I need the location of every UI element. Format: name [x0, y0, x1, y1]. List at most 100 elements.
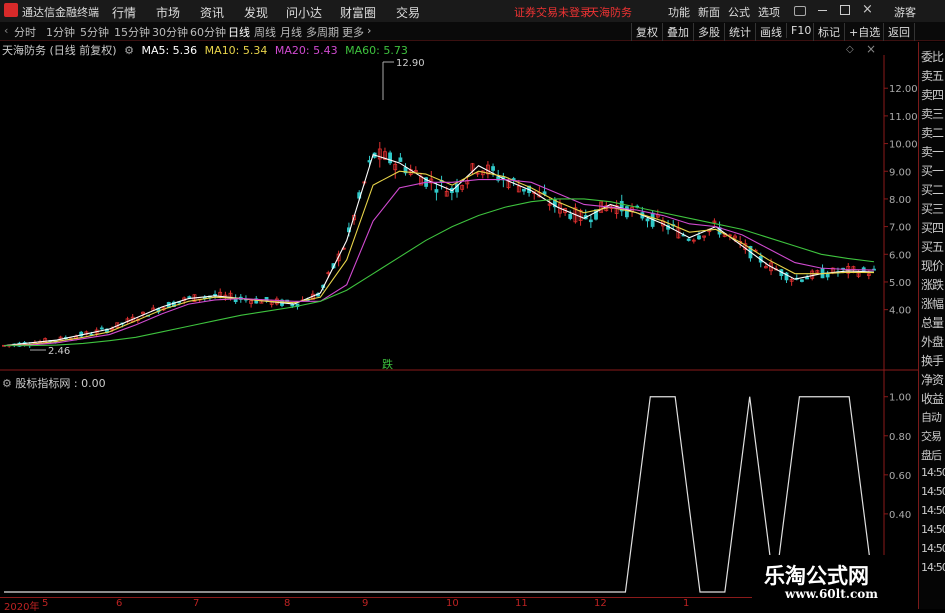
close-icon[interactable]: × [862, 2, 873, 17]
side-panel-label: 14:50 [921, 561, 945, 574]
low-label: 2.46 [48, 346, 70, 357]
y-tick-label: 8.00 [889, 195, 911, 206]
x-tick: 9 [362, 598, 369, 609]
candle-body [388, 152, 392, 164]
period-5min[interactable]: 5分钟 [80, 24, 109, 40]
y-tick-label: 11.00 [889, 112, 918, 123]
y-tick-label: 12.00 [889, 84, 918, 95]
back-button[interactable]: 返回 [883, 23, 915, 41]
side-panel-label: 14:50 [921, 542, 945, 555]
x-tick: 6 [116, 598, 123, 609]
candle-body [825, 273, 830, 278]
candle-body [805, 277, 809, 280]
y-tick-label: 10.00 [889, 140, 918, 151]
add-watchlist-button[interactable]: +自选 [844, 23, 884, 41]
side-panel-label: 买三 [921, 202, 944, 216]
candle-body [264, 296, 269, 302]
stats-button[interactable]: 统计 [724, 23, 755, 41]
candle-body [588, 219, 593, 223]
side-panel-label: 14:50 [921, 485, 945, 498]
candle-body [187, 296, 192, 299]
period-more[interactable]: 更多 [342, 24, 364, 40]
menu-news[interactable]: 资讯 [200, 4, 224, 21]
side-panel-label: 交易 [921, 430, 942, 443]
draw-line-button[interactable]: 画线 [755, 23, 786, 41]
side-panel-label: 卖一 [921, 145, 944, 159]
period-intraday[interactable]: 分时 [14, 24, 36, 40]
ind-y-tick-label: 0.60 [889, 471, 911, 482]
guest-label[interactable]: 游客 [894, 4, 916, 20]
period-15min[interactable]: 15分钟 [114, 24, 150, 40]
multi-stock-button[interactable]: 多股 [693, 23, 724, 41]
period-weekly[interactable]: 周线 [254, 24, 276, 40]
side-panel-label: 买四 [921, 221, 944, 235]
envelope-icon[interactable] [794, 6, 806, 16]
ind-y-tick-label: 1.00 [889, 393, 911, 404]
minimize-icon[interactable] [818, 10, 827, 11]
side-panel-label: 卖二 [921, 126, 944, 140]
formula-button[interactable]: 公式 [728, 4, 750, 20]
candle-body [645, 218, 650, 222]
indicator-gear-icon[interactable]: ⚙ [2, 377, 12, 390]
side-panel-label: 自动 [921, 411, 942, 424]
f10-button[interactable]: F10 [786, 23, 815, 38]
menu-market[interactable]: 市场 [156, 4, 180, 21]
period-1min[interactable]: 1分钟 [46, 24, 75, 40]
indicator-legend: ⚙ 股标指标网 : 0.00 [2, 375, 106, 391]
maximize-icon[interactable] [840, 5, 850, 15]
function-button[interactable]: 功能 [668, 4, 690, 20]
app-name: 通达信金融终端 [22, 6, 99, 19]
watermark-title: 乐淘公式网 [764, 564, 869, 588]
period-30min[interactable]: 30分钟 [152, 24, 188, 40]
login-warning[interactable]: 证券交易未登录 [514, 4, 591, 20]
candle-body [99, 327, 104, 330]
side-panel-label: 总量 [921, 316, 944, 330]
period-60min[interactable]: 60分钟 [190, 24, 226, 40]
candle-body [398, 157, 403, 162]
adjust-button[interactable]: 复权 [631, 23, 662, 41]
options-button[interactable]: 选项 [758, 4, 780, 20]
side-panel-label: 卖三 [921, 107, 944, 121]
period-monthly[interactable]: 月线 [280, 24, 302, 40]
side-panel-label: 涨幅 [921, 297, 944, 311]
menu-trade[interactable]: 交易 [396, 4, 420, 21]
side-panel-label: 收益 [921, 392, 944, 406]
y-tick-label: 7.00 [889, 223, 911, 234]
y-tick-label: 5.00 [889, 278, 911, 289]
side-panel-label: 外盘 [921, 335, 944, 349]
kline-chart[interactable]: 4.005.006.007.008.009.0010.0011.0012.00 … [0, 40, 918, 597]
x-tick: 7 [193, 598, 200, 609]
menu-wealth[interactable]: 财富圈 [340, 4, 376, 21]
mark-button[interactable]: 标记 [813, 23, 844, 41]
candle-body [624, 206, 629, 218]
overlay-button[interactable]: 叠加 [662, 23, 693, 41]
stock-name-tag[interactable]: 天海防务 [588, 4, 632, 20]
x-tick: 5 [42, 598, 49, 609]
scroll-left-icon[interactable]: ‹ [4, 24, 8, 37]
high-label: 12.90 [396, 58, 425, 69]
x-tick: 2020年 [4, 602, 40, 613]
y-tick-label: 6.00 [889, 250, 911, 261]
high-annotation: 12.90 [382, 58, 425, 100]
title-bar: 通达信金融终端 行情 市场 资讯 发现 问小达 财富圈 交易 证券交易未登录 天… [0, 0, 945, 23]
side-panel-label: 14:50 [921, 523, 945, 536]
x-tick: 1 [683, 598, 690, 609]
ind-y-tick-label: 0.80 [889, 432, 911, 443]
low-annotation: 2.46 [30, 346, 70, 357]
new-face-button[interactable]: 新面 [698, 4, 720, 20]
candle-body [686, 238, 691, 241]
menu-quotes[interactable]: 行情 [112, 4, 136, 21]
app-logo-icon [4, 3, 18, 17]
period-daily[interactable]: 日线 [228, 24, 250, 40]
x-tick: 8 [284, 598, 291, 609]
candle-body [522, 188, 526, 192]
more-arrow-icon[interactable]: › [367, 24, 371, 37]
quote-side-panel: 委比 卖五 卖四 卖三 卖二 卖一 买一 买二 买三 买四 买五 现价 涨跌 涨幅 总量 外盘 换手 净资 收益 自动… [918, 42, 945, 609]
candle-body [800, 279, 804, 282]
side-panel-label: 现价 [921, 259, 944, 273]
candle-body [697, 235, 701, 240]
side-panel-label: 买五 [921, 240, 944, 254]
menu-ask[interactable]: 问小达 [286, 4, 322, 21]
menu-discover[interactable]: 发现 [244, 4, 268, 21]
period-multi[interactable]: 多周期 [306, 24, 339, 40]
